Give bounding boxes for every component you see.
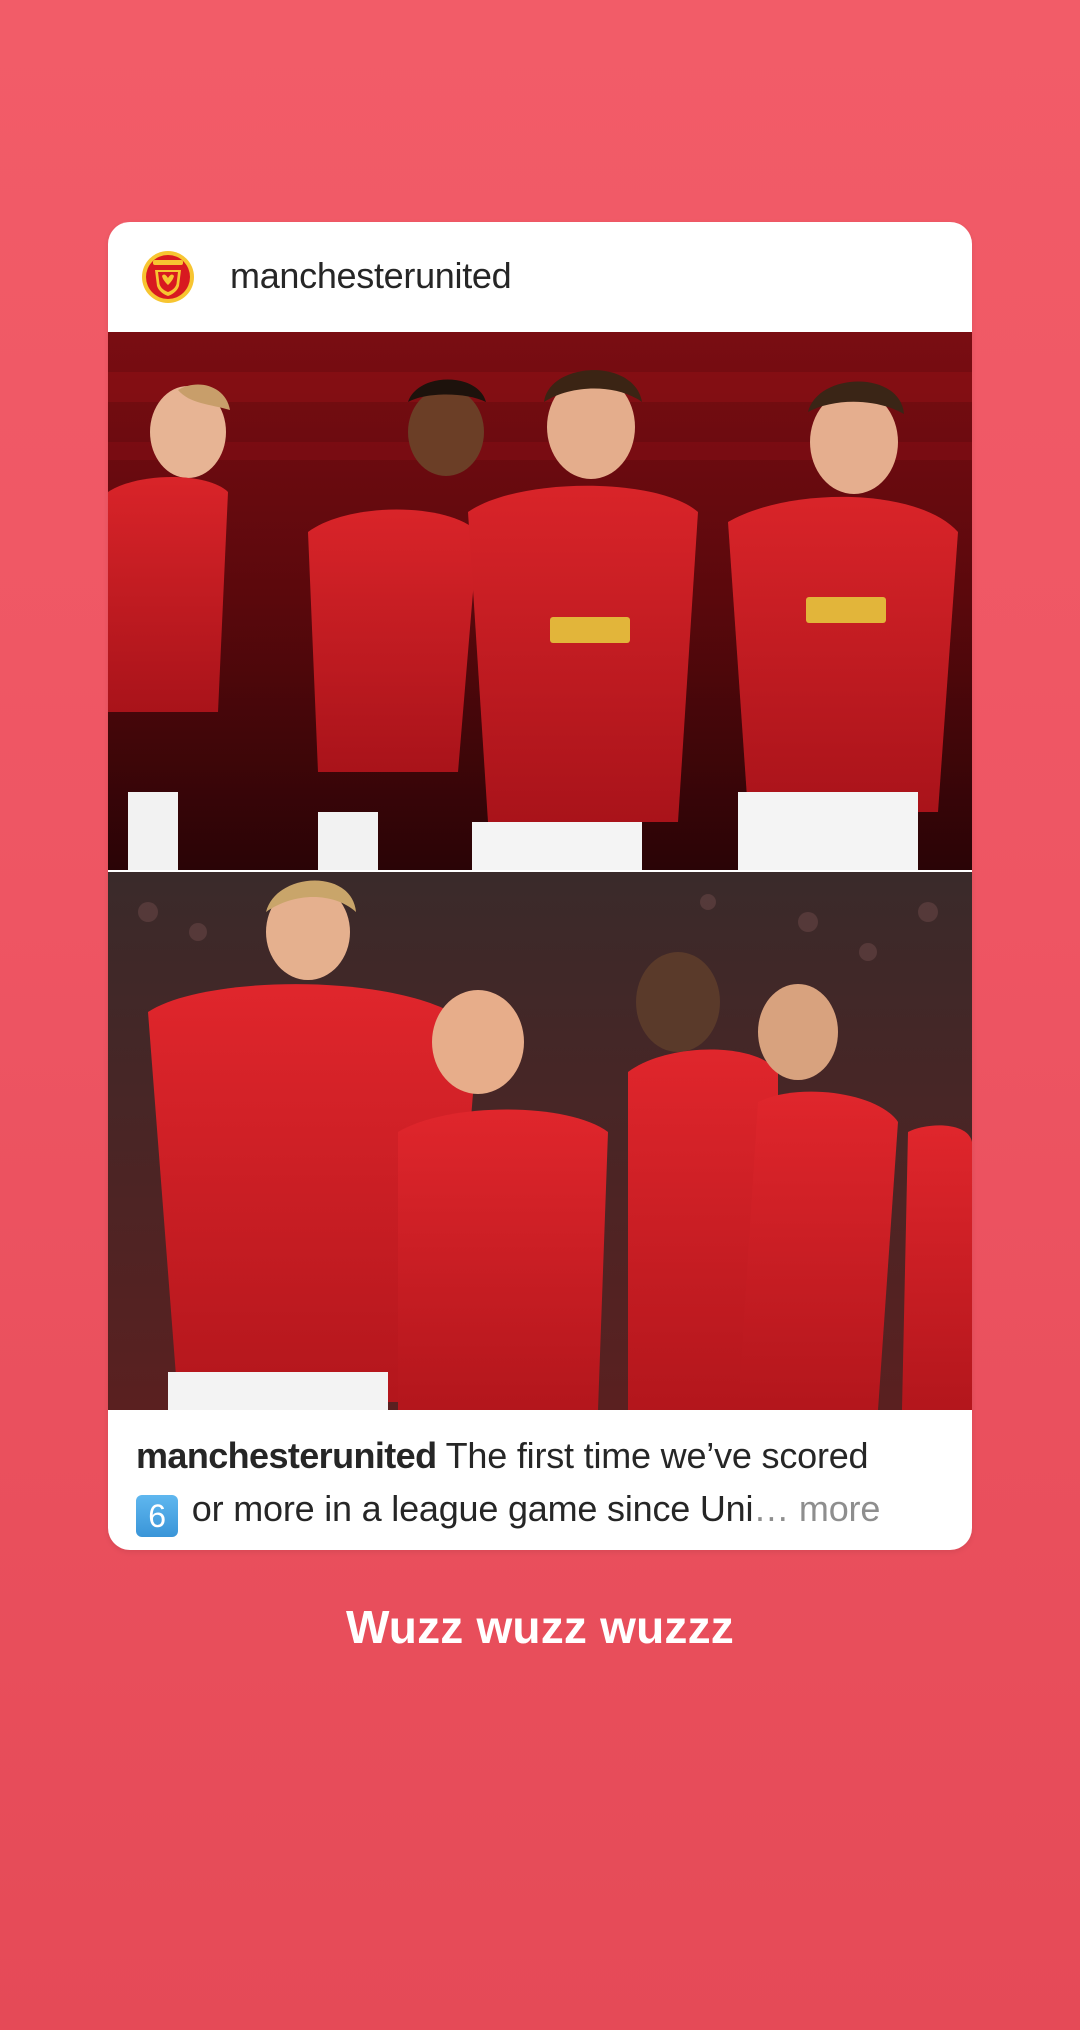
shared-post-card[interactable]: manchesterunited manchesterunited The fi… <box>108 222 972 1550</box>
post-header[interactable]: manchesterunited <box>108 222 972 332</box>
post-username[interactable]: manchesterunited <box>230 254 512 298</box>
post-image-bottom[interactable] <box>108 872 972 1410</box>
caption-ellipsis: … <box>753 1488 790 1529</box>
post-image-top[interactable] <box>108 332 972 870</box>
caption-text-line2: or more in a league game since Uni <box>182 1488 754 1529</box>
post-caption[interactable]: manchesterunited The first time we’ve sc… <box>136 1429 946 1537</box>
keycap-six-icon: 6 <box>136 1495 178 1537</box>
caption-username[interactable]: manchesterunited <box>136 1435 437 1476</box>
caption-text-line1: The first time we’ve scored <box>436 1435 869 1476</box>
manchester-united-crest-icon[interactable] <box>141 250 195 304</box>
caption-more-link[interactable]: more <box>789 1488 880 1529</box>
story-text-overlay: Wuzz wuzz wuzzz <box>345 1601 734 1653</box>
